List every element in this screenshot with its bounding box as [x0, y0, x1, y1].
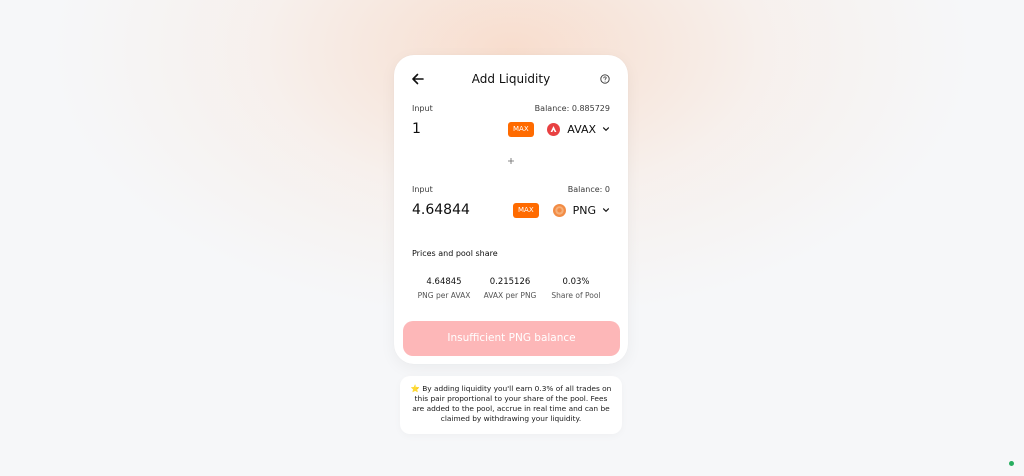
chevron-down-icon: [602, 127, 610, 131]
info-box: ⭐ By adding liquidity you'll earn 0.3% o…: [400, 376, 622, 434]
stat-label: PNG per AVAX: [417, 291, 471, 300]
avax-token-icon: [547, 122, 561, 136]
token-b-name: PNG: [572, 203, 596, 217]
plus-icon: [508, 158, 514, 164]
token-select-a[interactable]: AVAX: [547, 121, 610, 137]
card-header: Add Liquidity: [394, 68, 628, 92]
status-dot: [1009, 461, 1014, 466]
stat-value: 0.215126: [489, 277, 531, 287]
question-circle-icon[interactable]: [600, 74, 610, 84]
max-button-b[interactable]: MAX: [513, 203, 539, 218]
page-title: Add Liquidity: [471, 72, 551, 86]
input-a-label: Input: [412, 104, 433, 113]
stat-label: AVAX per PNG: [483, 291, 537, 300]
stat-png-per-avax: 4.64845 PNG per AVAX: [409, 277, 479, 300]
input-b-balance: Balance: 0: [567, 185, 610, 194]
info-text: ⭐ By adding liquidity you'll earn 0.3% o…: [410, 384, 612, 423]
input-field-b: Input Balance: 0 MAX PNG: [412, 185, 610, 221]
stat-label: Share of Pool: [551, 291, 601, 300]
token-a-name: AVAX: [567, 122, 596, 136]
submit-button[interactable]: Insufficient PNG balance: [403, 321, 620, 356]
input-b-label: Input: [412, 185, 433, 194]
prices-title: Prices and pool share: [412, 249, 498, 258]
token-select-b[interactable]: PNG: [552, 202, 610, 218]
input-field-a: Input Balance: 0.885729 MAX AVAX: [412, 104, 610, 140]
input-b-amount[interactable]: [412, 202, 502, 218]
chevron-down-icon: [602, 208, 610, 212]
input-a-balance: Balance: 0.885729: [534, 104, 610, 113]
stat-share-of-pool: 0.03% Share of Pool: [541, 277, 611, 300]
stat-value: 4.64845: [426, 277, 462, 287]
png-token-icon: [552, 203, 566, 217]
stat-value: 0.03%: [562, 277, 590, 287]
add-liquidity-card: Add Liquidity Input Balance: 0.885729 MA…: [394, 55, 628, 364]
stat-avax-per-png: 0.215126 AVAX per PNG: [475, 277, 545, 300]
input-a-amount[interactable]: [412, 121, 502, 137]
max-button-a[interactable]: MAX: [508, 122, 534, 137]
